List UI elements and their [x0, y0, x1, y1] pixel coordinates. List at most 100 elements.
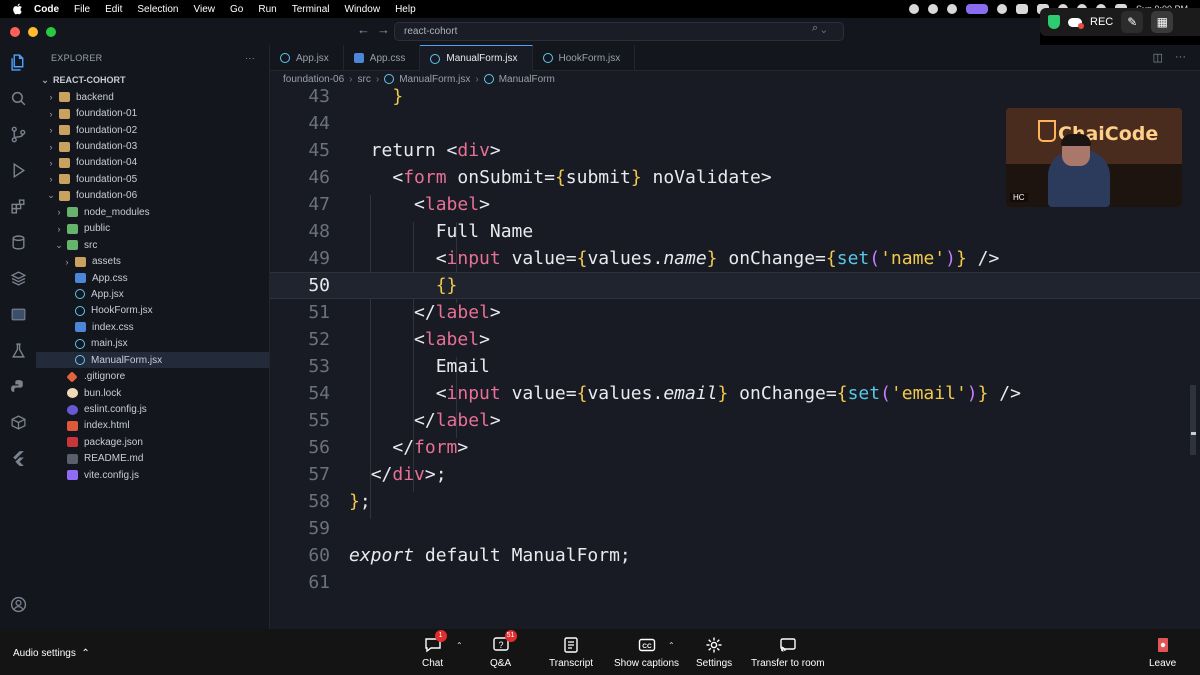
tray-m-icon[interactable] [996, 4, 1007, 14]
source-control-icon[interactable] [9, 125, 27, 143]
tree-item[interactable]: ManualForm.jsx [36, 352, 269, 369]
tree-item[interactable]: ⌄ src [36, 237, 269, 253]
tree-item[interactable]: bun.lock [36, 385, 269, 401]
run-debug-icon[interactable] [9, 161, 27, 179]
code-line[interactable]: 61 [270, 569, 1200, 596]
menu-help[interactable]: Help [395, 4, 416, 15]
tree-item[interactable]: index.css [36, 319, 269, 335]
more-actions-icon[interactable]: ··· [1175, 51, 1186, 64]
transfer-to-room-button[interactable]: Transfer to room [751, 635, 825, 669]
minimize-window-button[interactable] [28, 26, 38, 37]
code-line[interactable]: 43 } [270, 87, 1200, 110]
tree-item[interactable]: › assets [36, 253, 269, 269]
tree-item[interactable]: index.html [36, 418, 269, 434]
close-window-button[interactable] [10, 26, 20, 37]
app-grid-icon[interactable]: ▦ [1151, 11, 1174, 33]
explorer-files-icon[interactable] [9, 53, 27, 71]
account-icon[interactable] [9, 595, 27, 613]
settings-button[interactable]: Settings [696, 635, 732, 669]
package-box-icon[interactable] [9, 413, 27, 431]
code-line[interactable]: 59 [270, 515, 1200, 542]
env-file-icon[interactable] [9, 305, 27, 323]
tree-item[interactable]: package.json [36, 434, 269, 450]
tree-item[interactable]: main.jsx [36, 336, 269, 352]
menu-selection[interactable]: Selection [137, 4, 178, 15]
tree-item[interactable]: › foundation-05 [36, 171, 269, 187]
code-line[interactable]: 53 Email [270, 353, 1200, 380]
tree-item[interactable]: eslint.config.js [36, 401, 269, 417]
captions-options-caret-icon[interactable]: ⌃ [668, 641, 675, 650]
code-line[interactable]: 54 <input value={values.email} onChange=… [270, 380, 1200, 407]
back-arrow-icon[interactable]: ← [357, 22, 370, 37]
leave-button[interactable]: Leave [1149, 635, 1176, 669]
editor-scrollbar[interactable] [1190, 385, 1196, 455]
code-line[interactable]: 51 </label> [270, 299, 1200, 326]
tree-item[interactable]: › foundation-01 [36, 105, 269, 121]
audio-settings-button[interactable]: Audio settings ⌃ [13, 648, 90, 659]
code-line[interactable]: 58}; [270, 488, 1200, 515]
breadcrumb-src[interactable]: src [358, 74, 371, 85]
menu-terminal[interactable]: Terminal [292, 4, 330, 15]
flask-icon[interactable] [9, 341, 27, 359]
apple-icon[interactable] [10, 2, 24, 16]
breadcrumb-folder[interactable]: foundation-06 [283, 74, 344, 85]
flutter-icon[interactable] [9, 449, 27, 467]
tray-zoom-icon[interactable] [946, 4, 957, 14]
tree-item[interactable]: › public [36, 221, 269, 237]
shield-icon[interactable] [1048, 15, 1060, 29]
tray-display-icon[interactable] [1015, 4, 1028, 14]
tab-app-jsx[interactable]: App.jsx [270, 45, 344, 71]
code-line[interactable]: 60 export default ManualForm; [270, 542, 1200, 569]
command-center-search[interactable]: react-cohort [394, 22, 844, 41]
tree-item[interactable]: App.jsx [36, 286, 269, 302]
tree-item[interactable]: .gitignore [36, 368, 269, 384]
code-line[interactable]: 55 </label> [270, 407, 1200, 434]
python-icon[interactable] [9, 377, 27, 395]
tray-screen-share-icon[interactable] [965, 4, 988, 14]
tree-item[interactable]: README.md [36, 451, 269, 467]
code-line[interactable]: 56 </form> [270, 434, 1200, 461]
tree-item[interactable]: HookForm.jsx [36, 303, 269, 319]
breadcrumb-symbol[interactable]: ManualForm [499, 74, 555, 85]
tree-item[interactable]: › foundation-04 [36, 155, 269, 171]
tree-item[interactable]: App.css [36, 270, 269, 286]
code-line[interactable]: 57 </div>; [270, 461, 1200, 488]
copilot-icon[interactable]: ⌕ ⌄ [812, 22, 826, 35]
explorer-more-actions-icon[interactable]: ··· [245, 53, 255, 63]
search-icon[interactable] [9, 89, 27, 107]
menu-app-code[interactable]: Code [34, 4, 59, 15]
tree-item[interactable]: › node_modules [36, 204, 269, 220]
tray-status-icon[interactable] [908, 4, 919, 14]
workspace-root[interactable]: ⌄ REACT-COHORT [36, 71, 269, 89]
menu-file[interactable]: File [74, 4, 90, 15]
transcript-button[interactable]: Transcript [549, 635, 593, 669]
menu-go[interactable]: Go [230, 4, 243, 15]
extensions-icon[interactable] [9, 197, 27, 215]
code-line[interactable]: 50 {} [270, 272, 1200, 299]
layers-icon[interactable] [9, 269, 27, 287]
database-icon[interactable] [9, 233, 27, 251]
tree-item[interactable]: › foundation-02 [36, 122, 269, 138]
breadcrumb-file[interactable]: ManualForm.jsx [399, 74, 470, 85]
tab-hookform-jsx[interactable]: HookForm.jsx [533, 45, 636, 71]
webcam-overlay[interactable]: ChaiCode HC [1006, 108, 1182, 207]
code-line[interactable]: 48 Full Name [270, 218, 1200, 245]
menu-run[interactable]: Run [258, 4, 276, 15]
pen-icon[interactable]: ✎ [1121, 11, 1144, 33]
code-line[interactable]: 49 <input value={values.name} onChange={… [270, 245, 1200, 272]
qa-button[interactable]: ? 51 Q&A [490, 630, 517, 669]
tab-app-css[interactable]: App.css [344, 45, 421, 71]
menu-view[interactable]: View [194, 4, 216, 15]
tree-item[interactable]: › backend [36, 89, 269, 105]
forward-arrow-icon[interactable]: → [377, 22, 390, 37]
menu-window[interactable]: Window [345, 4, 381, 15]
chat-options-caret-icon[interactable]: ⌃ [456, 641, 463, 650]
tray-cloud-icon[interactable] [927, 4, 938, 14]
split-editor-icon[interactable]: ◫ [1153, 51, 1163, 64]
chat-button[interactable]: 1 Chat [422, 630, 447, 669]
tree-item[interactable]: vite.config.js [36, 467, 269, 483]
tab-manualform-jsx[interactable]: ManualForm.jsx [420, 45, 533, 71]
code-line[interactable]: 52 <label> [270, 326, 1200, 353]
zoom-window-button[interactable] [46, 26, 56, 37]
tree-item[interactable]: › foundation-03 [36, 138, 269, 154]
